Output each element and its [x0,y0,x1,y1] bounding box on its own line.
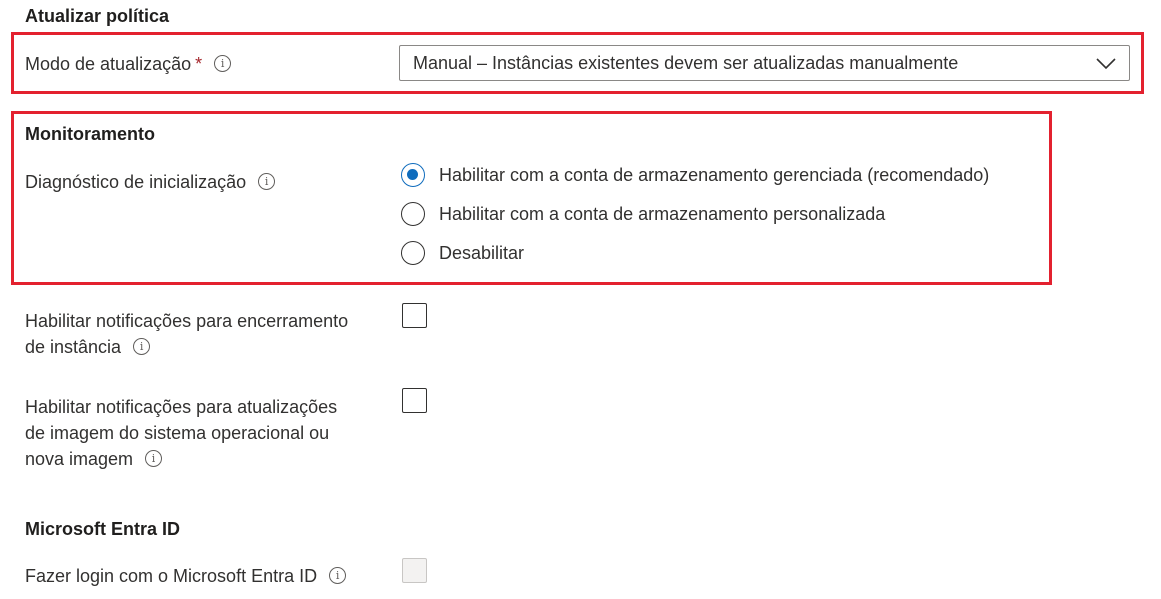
boot-diagnostics-option-custom[interactable]: Habilitar com a conta de armazenamento p… [401,202,885,226]
radio-button[interactable] [401,202,425,226]
upgrade-mode-dropdown[interactable]: Manual – Instâncias existentes devem ser… [399,45,1130,81]
entra-login-label: Fazer login com o Microsoft Entra ID i [25,563,347,589]
boot-diagnostics-label-text: Diagnóstico de inicialização [25,172,247,192]
label-line: de imagem do sistema operacional ou [25,423,330,443]
info-icon[interactable]: i [329,566,347,584]
chevron-down-icon [1096,58,1116,70]
os-upgrade-notification-label: Habilitar notificações para atualizações… [25,394,395,472]
boot-diagnostics-label: Diagnóstico de inicialização i [25,169,276,195]
os-upgrade-notification-checkbox[interactable] [402,388,427,413]
boot-diagnostics-option-disable[interactable]: Desabilitar [401,241,524,265]
info-icon[interactable]: i [258,172,276,190]
termination-notification-checkbox[interactable] [402,303,427,328]
boot-diagnostics-option-managed[interactable]: Habilitar com a conta de armazenamento g… [401,163,989,187]
entra-id-heading: Microsoft Entra ID [25,519,181,539]
update-policy-heading: Atualizar política [25,6,170,26]
label-line: de instância i [25,334,395,360]
monitoring-highlight [11,111,1052,285]
info-icon[interactable]: i [133,337,151,355]
vmss-management-form: Atualizar política Modo de atualização * i… [0,0,1161,599]
label-text: nova imagem [25,449,134,469]
upgrade-mode-value: Manual – Instâncias existentes devem ser… [413,52,959,73]
radio-button-selected[interactable] [401,163,425,187]
termination-notification-label: Habilitar notificações para encerramento… [25,308,395,360]
label-line: Habilitar notificações para encerramento [25,311,349,331]
option-label: Desabilitar [439,242,525,263]
info-icon[interactable]: i [214,54,232,72]
label-text: de instância [25,337,122,357]
upgrade-mode-label-text: Modo de atualização [25,54,192,74]
option-label: Habilitar com a conta de armazenamento p… [439,203,886,224]
entra-login-label-text: Fazer login com o Microsoft Entra ID [25,566,318,586]
required-indicator: * [195,54,203,74]
label-line: nova imagem i [25,446,395,472]
entra-login-checkbox[interactable] [402,558,427,583]
monitoring-heading: Monitoramento [25,124,155,144]
info-icon[interactable]: i [145,449,163,467]
label-line: Habilitar notificações para atualizações [25,397,338,417]
radio-button[interactable] [401,241,425,265]
option-label: Habilitar com a conta de armazenamento g… [439,164,990,185]
upgrade-mode-label: Modo de atualização * i [25,51,232,77]
